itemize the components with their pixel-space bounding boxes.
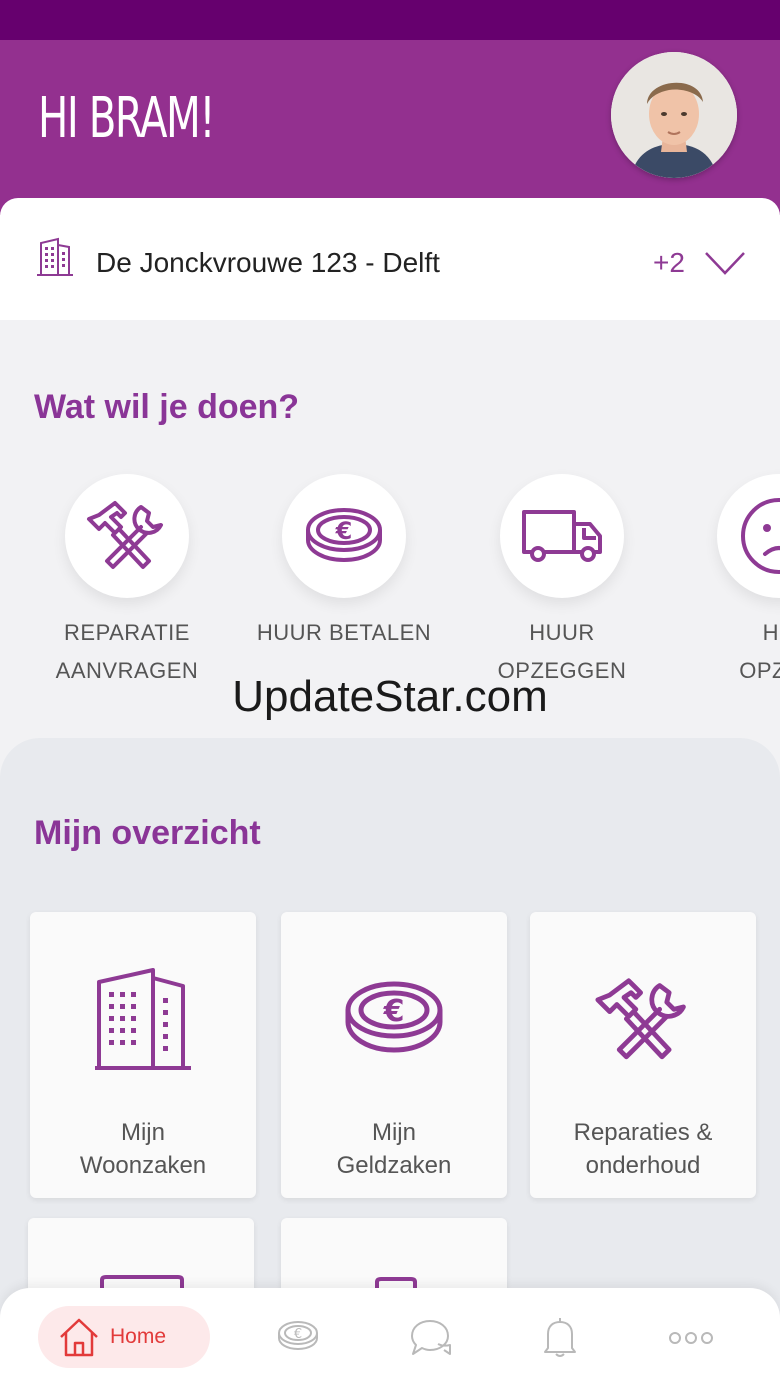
building-icon <box>37 237 73 276</box>
svg-text:€: € <box>383 994 405 1029</box>
chat-icon[interactable] <box>408 1318 454 1358</box>
status-bar <box>0 0 780 40</box>
tile-mijn-geldzaken[interactable]: € Mijn Geldzaken <box>281 912 507 1198</box>
tile-label-line1: Reparaties & <box>573 1119 713 1146</box>
nav-home-label: Home <box>110 1325 167 1348</box>
bell-icon[interactable] <box>542 1316 578 1358</box>
address-count-badge: +2 <box>653 247 685 278</box>
chevron-down-icon[interactable] <box>704 250 746 276</box>
action-huur-opzeggen[interactable]: HUUR OPZEGGEN <box>452 474 672 690</box>
greeting-title: HI BRAM! <box>38 86 216 151</box>
tools-icon <box>595 978 686 1060</box>
tile-label-line1: Mijn <box>120 1119 165 1146</box>
euro-coin-icon: € <box>306 508 382 563</box>
action-partial[interactable]: HU OPZEG <box>669 474 780 690</box>
tile-label-line2: Geldzaken <box>336 1152 452 1179</box>
tile-reparaties-onderhoud[interactable]: Reparaties & onderhoud <box>530 912 756 1198</box>
avatar[interactable] <box>611 52 737 178</box>
action-label-line1: HUUR BETALEN <box>256 620 432 645</box>
svg-text:€: € <box>294 1327 302 1342</box>
actions-title: Wat wil je doen? <box>34 388 300 426</box>
action-label-line1: HU <box>762 620 780 645</box>
truck-icon <box>522 510 602 562</box>
sad-face-icon <box>741 498 780 574</box>
watermark: UpdateStar.com <box>232 672 548 721</box>
action-label-line1: REPARATIE <box>64 620 190 645</box>
nav-home[interactable]: Home <box>38 1306 210 1368</box>
tile-label-line2: Woonzaken <box>79 1152 207 1179</box>
action-label-line1: HUUR <box>529 620 595 645</box>
tile-label-line2: onderhoud <box>585 1152 701 1179</box>
svg-text:€: € <box>335 517 353 545</box>
euro-coin-icon: € <box>345 981 443 1053</box>
tile-mijn-woonzaken[interactable]: Mijn Woonzaken <box>30 912 256 1198</box>
more-icon[interactable] <box>668 1330 714 1346</box>
action-reparatie-aanvragen[interactable]: REPARATIE AANVRAGEN <box>17 474 237 690</box>
address-label: De Jonckvrouwe 123 - Delft <box>96 247 440 278</box>
tile-label-line1: Mijn <box>371 1119 416 1146</box>
home-icon <box>60 1318 98 1357</box>
action-huur-betalen[interactable]: € HUUR BETALEN <box>234 474 454 652</box>
euro-coin-icon[interactable]: € <box>277 1320 319 1352</box>
tools-icon <box>87 501 163 569</box>
overview-title: Mijn overzicht <box>34 814 261 852</box>
building-icon <box>95 968 191 1070</box>
